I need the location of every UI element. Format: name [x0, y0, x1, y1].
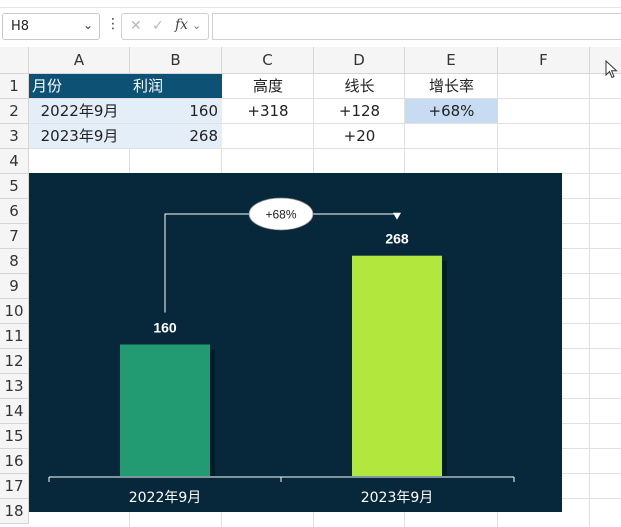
insert-function-icon[interactable]: fx — [175, 17, 188, 33]
row-header-15[interactable]: 15 — [0, 424, 29, 449]
cell-a1[interactable]: 月份 — [29, 74, 130, 98]
select-all-corner[interactable] — [0, 47, 29, 74]
category-label: 2022年9月 — [129, 490, 202, 506]
cell-d3[interactable]: +20 — [314, 124, 405, 148]
row-header-2[interactable]: 2 — [0, 99, 29, 124]
cell-e2[interactable]: +68% — [405, 99, 498, 123]
row-header-9[interactable]: 9 — [0, 274, 29, 299]
cell-b3[interactable]: 268 — [130, 124, 222, 148]
row-header-14[interactable]: 14 — [0, 399, 29, 424]
arrowhead-icon — [393, 212, 401, 220]
formula-bar: H8 ⌄ ⋮ ✕ ✓ fx ⌄ — [0, 0, 621, 42]
enter-check-icon[interactable]: ✓ — [152, 18, 164, 34]
gridline — [29, 148, 621, 149]
cell-b2[interactable]: 160 — [130, 99, 222, 123]
data-label: 160 — [153, 319, 177, 335]
column-header-d[interactable]: D — [314, 47, 405, 74]
bar-chart[interactable]: 160 2022年9月 268 2023年9月 +68% — [29, 173, 562, 512]
bar-2 — [352, 255, 442, 476]
formula-input[interactable] — [212, 13, 621, 40]
cell-a2[interactable]: 2022年9月 — [29, 99, 130, 123]
row-header-3[interactable]: 3 — [0, 124, 29, 149]
mouse-pointer-icon — [605, 60, 618, 79]
row-header-17[interactable]: 17 — [0, 474, 29, 499]
cell-a3[interactable]: 2023年9月 — [29, 124, 130, 148]
column-header-c[interactable]: C — [222, 47, 314, 74]
cell-c1[interactable]: 高度 — [222, 74, 314, 98]
column-header-e[interactable]: E — [405, 47, 498, 74]
more-options-icon[interactable]: ⋮ — [106, 16, 120, 32]
row-header-5[interactable]: 5 — [0, 174, 29, 199]
cell-d1[interactable]: 线长 — [314, 74, 405, 98]
cancel-icon[interactable]: ✕ — [130, 18, 142, 34]
row-header-18[interactable]: 18 — [0, 499, 29, 524]
row-header-12[interactable]: 12 — [0, 349, 29, 374]
row-header-8[interactable]: 8 — [0, 249, 29, 274]
row-header-1[interactable]: 1 — [0, 74, 29, 99]
chevron-down-icon[interactable]: ⌄ — [83, 18, 93, 32]
bar-1 — [120, 344, 210, 476]
name-box-value: H8 — [11, 19, 30, 34]
cell-c2[interactable]: +318 — [222, 99, 314, 123]
column-header-f[interactable]: F — [498, 47, 590, 74]
gridline — [589, 74, 590, 527]
formula-buttons: ✕ ✓ fx ⌄ — [121, 13, 209, 40]
chevron-down-icon[interactable]: ⌄ — [192, 19, 201, 32]
category-label: 2023年9月 — [361, 490, 434, 506]
row-header-13[interactable]: 13 — [0, 374, 29, 399]
cell-d2[interactable]: +128 — [314, 99, 405, 123]
column-header-a[interactable]: A — [29, 47, 130, 74]
chart-canvas: 160 2022年9月 268 2023年9月 +68% — [48, 197, 515, 506]
data-label: 268 — [385, 231, 409, 247]
cell-e1[interactable]: 增长率 — [405, 74, 498, 98]
ribbon-divider — [0, 7, 621, 8]
row-header-6[interactable]: 6 — [0, 199, 29, 224]
row-header-7[interactable]: 7 — [0, 224, 29, 249]
cell-b1[interactable]: 利润 — [130, 74, 222, 98]
column-header-b[interactable]: B — [130, 47, 222, 74]
name-box[interactable]: H8 ⌄ — [2, 13, 100, 40]
growth-annotation-label: +68% — [265, 208, 296, 222]
row-header-16[interactable]: 16 — [0, 449, 29, 474]
row-header-11[interactable]: 11 — [0, 324, 29, 349]
row-header-10[interactable]: 10 — [0, 299, 29, 324]
row-header-4[interactable]: 4 — [0, 149, 29, 174]
